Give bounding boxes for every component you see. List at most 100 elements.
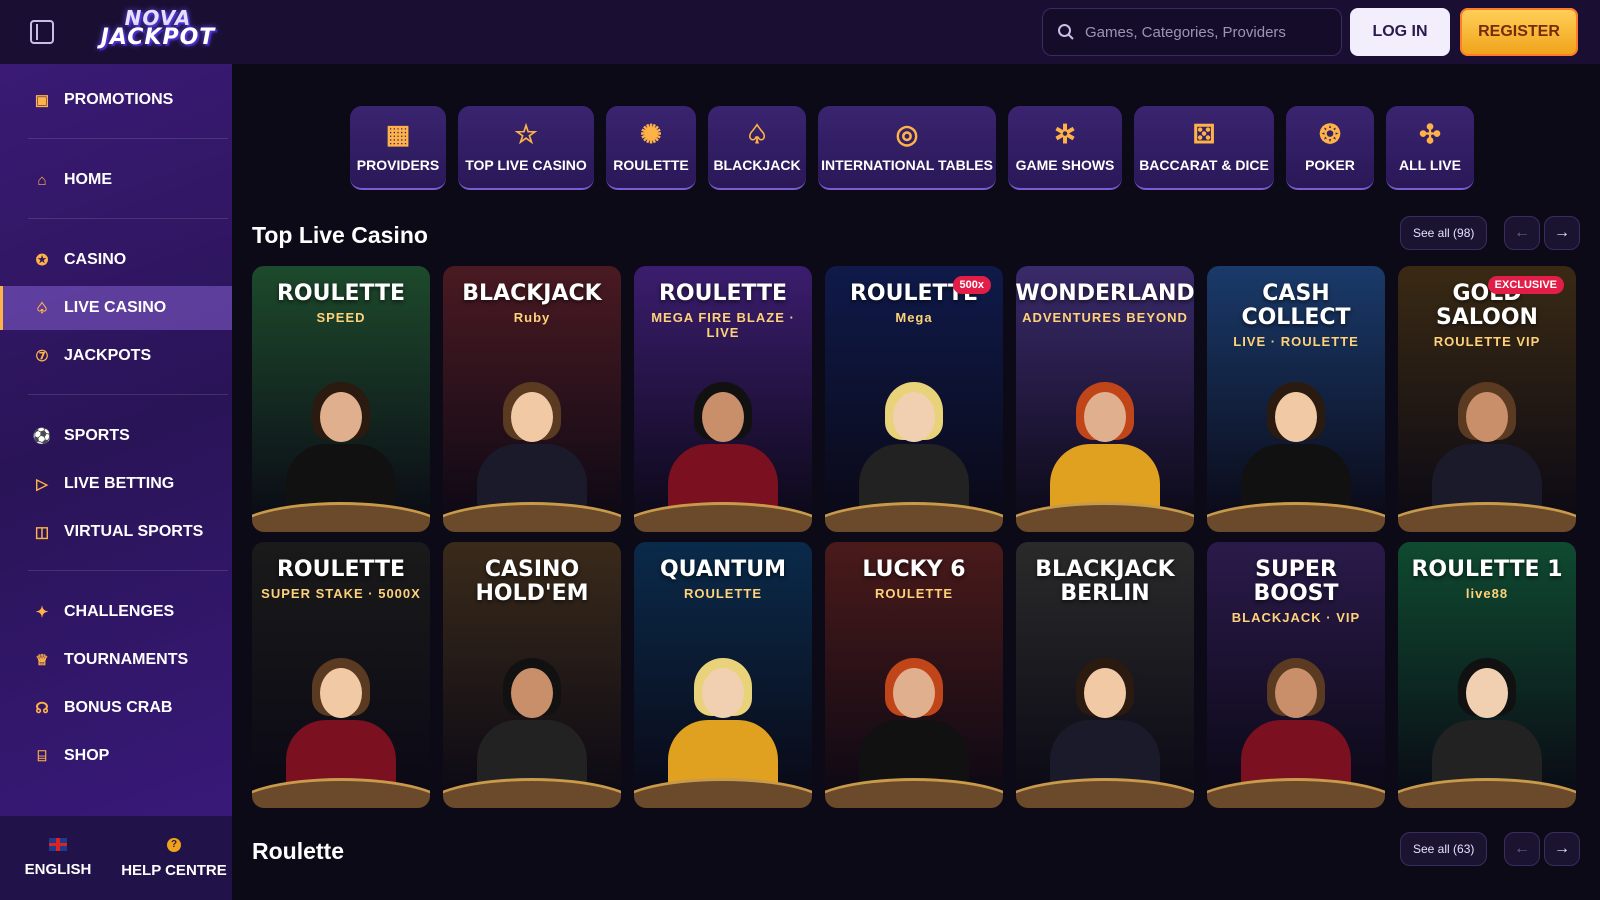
poker-chip-icon: ❂ [1319, 119, 1341, 149]
language-selector[interactable]: ENGLISH [0, 816, 116, 900]
star-icon: ☆ [514, 119, 538, 149]
see-all-roulette-button[interactable]: See all (63) [1400, 832, 1488, 866]
game-table [825, 778, 1003, 808]
shop-icon: ⌸ [37, 747, 47, 765]
sidebar-item-jackpots[interactable]: ⑦ JACKPOTS [0, 334, 232, 378]
tab-label: POKER [1305, 157, 1355, 173]
game-title: SUPER BOOST [1253, 557, 1339, 606]
game-subtitle: ROULETTE [874, 586, 954, 601]
sidebar-divider [28, 218, 228, 219]
play-icon: ▷ [36, 476, 48, 493]
game-card[interactable]: LUCKY 6 ROULETTE [825, 542, 1003, 808]
tab-providers[interactable]: ▦ PROVIDERS [350, 106, 446, 190]
tab-top-live-casino[interactable]: ☆ TOP LIVE CASINO [458, 106, 594, 190]
tab-label: ALL LIVE [1399, 157, 1461, 173]
globe-icon: ◎ [895, 119, 919, 149]
section-title-top-live-casino: Top Live Casino [252, 222, 428, 248]
game-subtitle: LIVE · ROULETTE [1233, 334, 1359, 349]
sidebar-item-shop[interactable]: ⌸ SHOP [0, 734, 232, 778]
next-arrow-button[interactable]: → [1544, 216, 1580, 250]
top-header: NOVA JACKPOT LOG IN REGISTER [0, 0, 1600, 64]
home-icon: ⌂ [37, 171, 47, 189]
tab-label: INTERNATIONAL TABLES [821, 157, 993, 173]
dice-icon: ⚄ [1192, 119, 1216, 149]
sidebar: ▣ PROMOTIONS ⌂ HOME ✪ CASINO ♤ LIVE CASI… [0, 64, 232, 900]
game-subtitle: SPEED [316, 310, 366, 325]
main-content: ▦ PROVIDERS ☆ TOP LIVE CASINO ✺ ROULETTE… [232, 64, 1600, 900]
tab-blackjack[interactable]: ♤ BLACKJACK [708, 106, 806, 190]
see-all-top-live-button[interactable]: See all (98) [1400, 216, 1488, 250]
tab-label: BLACKJACK [713, 157, 801, 173]
sidebar-item-label: PROMOTIONS [64, 91, 174, 108]
game-card[interactable]: QUANTUM ROULETTE [634, 542, 812, 808]
sidebar-item-bonus-crab[interactable]: ☊ BONUS CRAB [0, 686, 232, 730]
uk-flag-icon [49, 838, 67, 851]
sidebar-item-label: LIVE CASINO [64, 299, 167, 316]
next-arrow-button[interactable]: → [1544, 832, 1580, 866]
game-title: LUCKY 6 [862, 557, 966, 582]
game-card[interactable]: CASINO HOLD'EM [443, 542, 621, 808]
game-card[interactable]: CASH COLLECT LIVE · ROULETTE [1207, 266, 1385, 532]
sidebar-item-label: HOME [64, 171, 112, 188]
game-table [252, 778, 430, 808]
game-card[interactable]: ROULETTE SPEED [252, 266, 430, 532]
sidebar-divider [28, 570, 228, 571]
sidebar-item-casino[interactable]: ✪ CASINO [0, 238, 232, 282]
sidebar-item-home[interactable]: ⌂ HOME [0, 158, 232, 202]
game-card[interactable]: GOLD SALOON ROULETTE VIP EXCLUSIVE [1398, 266, 1576, 532]
gift-icon: ▣ [34, 92, 50, 109]
sidebar-item-sports[interactable]: ⚽ SPORTS [0, 414, 232, 458]
sidebar-item-label: SPORTS [64, 427, 130, 444]
casino-chip-icon: ✪ [35, 252, 49, 269]
game-table [443, 778, 621, 808]
tab-all-live[interactable]: ✣ ALL LIVE [1386, 106, 1474, 190]
sidebar-footer: ENGLISH ? HELP CENTRE [0, 816, 232, 900]
game-subtitle: ADVENTURES BEYOND [1022, 310, 1188, 325]
game-card[interactable]: BLACKJACK Ruby [443, 266, 621, 532]
tab-poker[interactable]: ❂ POKER [1286, 106, 1374, 190]
game-card[interactable]: WONDERLAND ADVENTURES BEYOND [1016, 266, 1194, 532]
sidebar-item-tournaments[interactable]: ♕ TOURNAMENTS [0, 638, 232, 682]
game-title: ROULETTE 1 [1411, 557, 1563, 582]
wheel-icon: ✲ [1054, 119, 1076, 149]
sidebar-item-challenges[interactable]: ✦ CHALLENGES [0, 590, 232, 634]
game-card[interactable]: ROULETTE SUPER STAKE · 5000X [252, 542, 430, 808]
game-card[interactable]: ROULETTE MEGA FIRE BLAZE · LIVE [634, 266, 812, 532]
login-button[interactable]: LOG IN [1350, 8, 1450, 56]
game-card[interactable]: ROULETTE 1 live88 [1398, 542, 1576, 808]
register-button[interactable]: REGISTER [1460, 8, 1578, 56]
roulette-icon: ✺ [640, 119, 662, 149]
game-card[interactable]: SUPER BOOST BLACKJACK · VIP [1207, 542, 1385, 808]
game-table [1207, 502, 1385, 532]
game-table [825, 502, 1003, 532]
sidebar-item-virtual-sports[interactable]: ◫ VIRTUAL SPORTS [0, 510, 232, 554]
game-card[interactable]: BLACKJACK BERLIN [1016, 542, 1194, 808]
section-title-roulette: Roulette [252, 838, 344, 864]
game-table [443, 502, 621, 532]
tab-baccarat-dice[interactable]: ⚄ BACCARAT & DICE [1134, 106, 1274, 190]
sidebar-toggle-icon[interactable] [30, 20, 54, 44]
game-table [1016, 778, 1194, 808]
sidebar-item-live-casino[interactable]: ♤ LIVE CASINO [0, 286, 232, 330]
tab-international-tables[interactable]: ◎ INTERNATIONAL TABLES [818, 106, 996, 190]
tab-game-shows[interactable]: ✲ GAME SHOWS [1008, 106, 1122, 190]
game-title: BLACKJACK BERLIN [1035, 557, 1175, 606]
tab-label: TOP LIVE CASINO [465, 157, 587, 173]
game-table [1398, 502, 1576, 532]
tab-roulette[interactable]: ✺ ROULETTE [606, 106, 696, 190]
sidebar-item-label: CASINO [64, 251, 127, 268]
sidebar-item-promotions[interactable]: ▣ PROMOTIONS [0, 78, 232, 122]
game-table [1207, 778, 1385, 808]
game-subtitle: Mega [895, 310, 933, 325]
help-centre-link[interactable]: ? HELP CENTRE [116, 816, 232, 900]
game-card[interactable]: ROULETTE Mega 500x [825, 266, 1003, 532]
sidebar-item-live-betting[interactable]: ▷ LIVE BETTING [0, 462, 232, 506]
prev-arrow-button[interactable]: ← [1504, 832, 1540, 866]
prev-arrow-button[interactable]: ← [1504, 216, 1540, 250]
sidebar-divider [28, 394, 228, 395]
game-subtitle: ROULETTE VIP [1433, 334, 1541, 349]
all-live-icon: ✣ [1419, 119, 1441, 149]
search-input[interactable] [1085, 23, 1325, 41]
search-bar[interactable] [1042, 8, 1342, 56]
site-logo[interactable]: NOVA JACKPOT [88, 8, 228, 56]
